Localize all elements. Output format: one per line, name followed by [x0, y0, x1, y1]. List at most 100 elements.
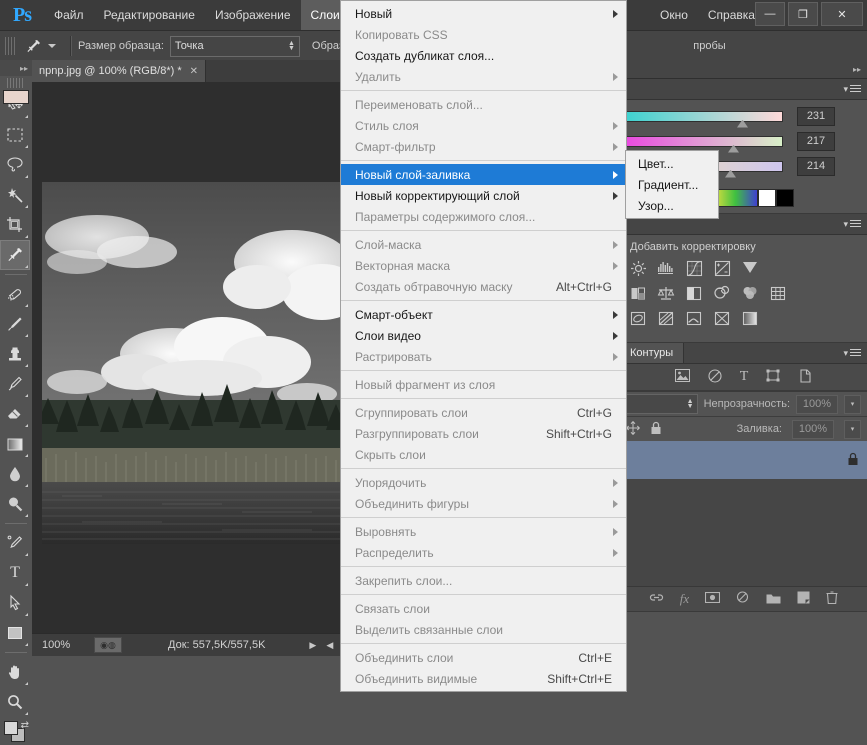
lock-all-icon[interactable] [650, 421, 662, 438]
submenu-item-gradient[interactable]: Градиент... [626, 174, 718, 195]
menu-window[interactable]: Окно [650, 0, 698, 30]
tool-preset-chevron-icon[interactable] [48, 44, 56, 48]
menu-item-layer-content-options[interactable]: Параметры содержимого слоя... [341, 206, 626, 227]
vibrance-icon[interactable] [740, 259, 760, 277]
gradient-map-icon[interactable] [712, 309, 732, 327]
image-icon[interactable] [674, 369, 690, 385]
color-swatches[interactable]: ⇄ [0, 719, 30, 745]
panels-collapse-button[interactable]: ▸▸ [620, 60, 867, 79]
adjustments-panel-menu-button[interactable]: ▾ [843, 219, 861, 230]
white-swatch[interactable] [758, 189, 776, 207]
document-image[interactable] [42, 182, 340, 544]
menu-item-new[interactable]: Новый [341, 3, 626, 24]
menu-item-new-adjustment-layer[interactable]: Новый корректирующий слой [341, 185, 626, 206]
sample-size-select[interactable]: Точка ▲ ▼ [169, 35, 300, 57]
zoom-tool[interactable] [0, 687, 30, 717]
move-lock-icon[interactable] [626, 420, 640, 438]
menu-item-ungroup-layers[interactable]: Разгруппировать слои Shift+Ctrl+G [341, 423, 626, 444]
status-expand-icon[interactable]: ▶ [309, 640, 316, 651]
menu-item-layer-style[interactable]: Стиль слоя [341, 115, 626, 136]
clone-stamp-tool[interactable] [0, 339, 30, 369]
magic-wand-tool[interactable] [0, 180, 30, 210]
hand-tool[interactable] [0, 657, 30, 687]
submenu-item-pattern[interactable]: Узор... [626, 195, 718, 216]
threshold-icon[interactable] [684, 309, 704, 327]
layer-row-background[interactable] [620, 441, 867, 479]
toolbar-grip[interactable] [7, 78, 25, 88]
opacity-dropdown-icon[interactable]: ▾ [844, 394, 861, 414]
blue-slider-knob[interactable] [725, 169, 736, 178]
menu-item-arrange[interactable]: Упорядочить [341, 472, 626, 493]
new-group-icon[interactable] [766, 592, 781, 607]
menu-item-copy-css[interactable]: Копировать CSS [341, 24, 626, 45]
menu-item-combine-shapes[interactable]: Объединить фигуры [341, 493, 626, 514]
close-button[interactable]: ✕ [821, 2, 863, 26]
paths-panel-menu-button[interactable]: ▾ [843, 348, 861, 359]
eyedropper-tool[interactable] [0, 240, 30, 270]
menu-item-hide-layers[interactable]: Скрыть слои [341, 444, 626, 465]
minimize-button[interactable]: — [755, 2, 785, 26]
menu-file[interactable]: Файл [44, 0, 94, 30]
red-slider-knob[interactable] [737, 119, 748, 128]
menu-item-distribute[interactable]: Распределить [341, 542, 626, 563]
green-slider-knob[interactable] [728, 144, 739, 153]
rectangular-marquee-tool[interactable] [0, 120, 30, 150]
eraser-tool[interactable] [0, 399, 30, 429]
menu-item-vector-mask[interactable]: Векторная маска [341, 255, 626, 276]
menu-item-align[interactable]: Выровнять [341, 521, 626, 542]
blur-tool[interactable] [0, 459, 30, 489]
menu-item-select-linked-layers[interactable]: Выделить связанные слои [341, 619, 626, 640]
brightness-icon[interactable] [628, 259, 648, 277]
channel-mixer-icon[interactable] [740, 284, 760, 302]
levels-icon[interactable] [656, 259, 676, 277]
posterize-icon[interactable] [656, 309, 676, 327]
type-icon[interactable]: T [740, 369, 749, 385]
new-adjustment-icon[interactable] [736, 591, 750, 607]
fill-layer-submenu[interactable]: Цвет... Градиент... Узор... [625, 150, 719, 219]
menu-edit[interactable]: Редактирование [94, 0, 205, 30]
shape-icon[interactable] [766, 369, 780, 385]
rectangle-tool[interactable] [0, 618, 30, 648]
menu-item-merge-layers[interactable]: Объединить слои Ctrl+E [341, 647, 626, 668]
curves-icon[interactable] [684, 259, 704, 277]
menu-item-create-clipping-mask[interactable]: Создать обтравочную маску Alt+Ctrl+G [341, 276, 626, 297]
menu-item-group-layers[interactable]: Сгруппировать слои Ctrl+G [341, 402, 626, 423]
fx-icon[interactable]: fx [680, 591, 689, 607]
maximize-button[interactable]: ❐ [788, 2, 818, 26]
swap-colors-icon[interactable]: ⇄ [21, 720, 29, 731]
color-panel-menu-button[interactable]: ▾ [843, 84, 861, 95]
crop-tool[interactable] [0, 210, 30, 240]
photo-filter-icon[interactable] [712, 284, 732, 302]
healing-brush-tool[interactable] [0, 279, 30, 309]
pen-tool[interactable] [0, 528, 30, 558]
foreground-color-swatch[interactable] [4, 721, 18, 735]
submenu-item-color[interactable]: Цвет... [626, 153, 718, 174]
menu-item-delete[interactable]: Удалить [341, 66, 626, 87]
menu-item-smart-filter[interactable]: Смарт-фильтр [341, 136, 626, 157]
path-selection-tool[interactable] [0, 588, 30, 618]
menu-item-lock-layers[interactable]: Закрепить слои... [341, 570, 626, 591]
opacity-value[interactable]: 100% [796, 394, 838, 414]
brush-tool[interactable] [0, 309, 30, 339]
adjustment-icon[interactable] [708, 368, 722, 386]
blue-value[interactable]: 214 [797, 156, 835, 176]
menu-item-video-layers[interactable]: Слои видео [341, 325, 626, 346]
menu-image[interactable]: Изображение [205, 0, 301, 30]
menu-item-layer-mask[interactable]: Слой-маска [341, 234, 626, 255]
exposure-icon[interactable] [712, 259, 732, 277]
type-tool[interactable]: T [0, 558, 30, 588]
menu-item-smart-object[interactable]: Смарт-объект [341, 304, 626, 325]
green-value[interactable]: 217 [797, 131, 835, 151]
menu-item-new-fill-layer[interactable]: Новый слой-заливка [341, 164, 626, 185]
delete-layer-icon[interactable] [826, 591, 838, 607]
duplicate-icon[interactable] [798, 368, 812, 386]
blend-mode-select[interactable]: ▲ ▼ [626, 394, 698, 414]
hue-saturation-icon[interactable] [628, 284, 648, 302]
menu-item-link-layers[interactable]: Связать слои [341, 598, 626, 619]
fill-value[interactable]: 100% [792, 419, 834, 439]
color-balance-icon[interactable] [656, 284, 676, 302]
red-value[interactable]: 231 [797, 106, 835, 126]
menu-item-new-slice-from-layer[interactable]: Новый фрагмент из слоя [341, 374, 626, 395]
menu-item-duplicate-layer[interactable]: Создать дубликат слоя... [341, 45, 626, 66]
history-brush-tool[interactable] [0, 369, 30, 399]
